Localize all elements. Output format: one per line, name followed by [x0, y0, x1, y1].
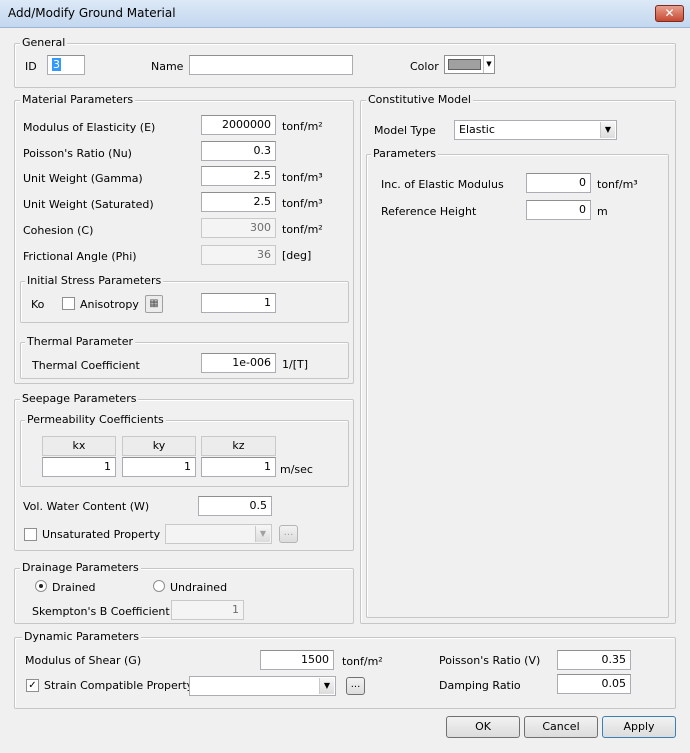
- damping-field[interactable]: 0.05: [557, 674, 631, 694]
- modulus-label: Modulus of Elasticity (E): [23, 121, 156, 134]
- model-type-value: Elastic: [459, 123, 495, 136]
- skempton-label: Skempton's B Coefficient: [32, 605, 170, 618]
- kx-field[interactable]: 1: [42, 457, 116, 477]
- color-picker[interactable]: ▼: [444, 55, 495, 74]
- table-icon[interactable]: ▦: [145, 295, 163, 313]
- color-label: Color: [410, 60, 439, 73]
- satweight-unit: tonf/m³: [282, 197, 323, 210]
- unsaturated-label: Unsaturated Property: [42, 528, 161, 541]
- ref-height-field[interactable]: 0: [526, 200, 591, 220]
- color-swatch: [448, 59, 481, 70]
- strain-browse-button[interactable]: ...: [346, 677, 365, 695]
- ky-field[interactable]: 1: [122, 457, 196, 477]
- drainage-legend: Drainage Parameters: [20, 561, 141, 574]
- drained-label: Drained: [52, 581, 96, 594]
- drained-radio[interactable]: [35, 580, 47, 592]
- model-type-label: Model Type: [374, 124, 436, 137]
- poisson-field[interactable]: 0.3: [201, 141, 276, 161]
- constitutive-legend: Constitutive Model: [366, 93, 473, 106]
- cohesion-field[interactable]: 300: [201, 218, 276, 238]
- ref-height-label: Reference Height: [381, 205, 477, 218]
- ko-field[interactable]: 1: [201, 293, 276, 313]
- ko-label: Ko: [31, 298, 45, 311]
- kx-header: kx: [42, 436, 116, 456]
- seepage-legend: Seepage Parameters: [20, 392, 139, 405]
- chevron-down-icon: ▼: [319, 678, 334, 694]
- friction-field[interactable]: 36: [201, 245, 276, 265]
- chevron-down-icon: ▼: [600, 122, 615, 138]
- anisotropy-label: Anisotropy: [80, 298, 139, 311]
- permeability-legend: Permeability Coefficients: [25, 413, 166, 426]
- dynamic-legend: Dynamic Parameters: [22, 630, 141, 643]
- modulus-unit: tonf/m²: [282, 120, 323, 133]
- unsaturated-checkbox[interactable]: [24, 528, 37, 541]
- id-value: 3: [52, 58, 61, 71]
- dynamic-poisson-field[interactable]: 0.35: [557, 650, 631, 670]
- water-content-label: Vol. Water Content (W): [23, 500, 150, 513]
- anisotropy-checkbox[interactable]: [62, 297, 75, 310]
- dynamic-poisson-label: Poisson's Ratio (V): [439, 654, 541, 667]
- constitutive-params-group: [366, 154, 669, 618]
- undrained-label: Undrained: [170, 581, 228, 594]
- satweight-label: Unit Weight (Saturated): [23, 198, 154, 211]
- strain-select[interactable]: ▼: [189, 676, 336, 696]
- inc-elastic-field[interactable]: 0: [526, 173, 591, 193]
- name-field[interactable]: [189, 55, 353, 75]
- id-label: ID: [25, 60, 37, 73]
- shear-label: Modulus of Shear (G): [25, 654, 142, 667]
- water-content-field[interactable]: 0.5: [198, 496, 272, 516]
- thermal-coef-unit: 1/[T]: [282, 358, 309, 371]
- initial-stress-legend: Initial Stress Parameters: [25, 274, 164, 287]
- kz-field[interactable]: 1: [201, 457, 276, 477]
- unitweight-field[interactable]: 2.5: [201, 166, 276, 186]
- unitweight-unit: tonf/m³: [282, 171, 323, 184]
- friction-label: Frictional Angle (Phi): [23, 250, 137, 263]
- inc-elastic-label: Inc. of Elastic Modulus: [381, 178, 504, 191]
- cohesion-label: Cohesion (C): [23, 224, 94, 237]
- dynamic-group: [14, 637, 676, 709]
- satweight-field[interactable]: 2.5: [201, 192, 276, 212]
- poisson-label: Poisson's Ratio (Nu): [23, 147, 132, 160]
- damping-label: Damping Ratio: [439, 679, 521, 692]
- thermal-coef-field[interactable]: 1e-006: [201, 353, 276, 373]
- general-legend: General: [20, 36, 68, 49]
- name-label: Name: [151, 60, 184, 73]
- material-legend: Material Parameters: [20, 93, 136, 106]
- close-button[interactable]: ✕: [655, 5, 684, 22]
- cohesion-unit: tonf/m²: [282, 223, 323, 236]
- thermal-coef-label: Thermal Coefficient: [32, 359, 140, 372]
- cancel-button[interactable]: Cancel: [524, 716, 598, 738]
- strain-label: Strain Compatible Property: [44, 679, 194, 692]
- permeability-unit: m/sec: [280, 463, 313, 476]
- kz-header: kz: [201, 436, 276, 456]
- unsaturated-browse-button[interactable]: ...: [279, 525, 298, 543]
- skempton-field[interactable]: 1: [171, 600, 244, 620]
- ref-height-unit: m: [597, 205, 608, 218]
- chevron-down-icon: ▼: [483, 56, 494, 73]
- constitutive-params-legend: Parameters: [371, 147, 438, 160]
- ok-button[interactable]: OK: [446, 716, 520, 738]
- chevron-down-icon: ▼: [255, 526, 270, 542]
- shear-field[interactable]: 1500: [260, 650, 334, 670]
- shear-unit: tonf/m²: [342, 655, 383, 668]
- thermal-legend: Thermal Parameter: [25, 335, 136, 348]
- inc-elastic-unit: tonf/m³: [597, 178, 638, 191]
- undrained-radio[interactable]: [153, 580, 165, 592]
- model-type-select[interactable]: Elastic ▼: [454, 120, 617, 140]
- unitweight-label: Unit Weight (Gamma): [23, 172, 143, 185]
- strain-checkbox[interactable]: ✓: [26, 679, 39, 692]
- unsaturated-select[interactable]: ▼: [165, 524, 272, 544]
- friction-unit: [deg]: [282, 249, 312, 262]
- modulus-field[interactable]: 2000000: [201, 115, 276, 135]
- id-field[interactable]: 3: [47, 55, 85, 75]
- apply-button[interactable]: Apply: [602, 716, 676, 738]
- ky-header: ky: [122, 436, 196, 456]
- window-title: Add/Modify Ground Material: [8, 6, 176, 20]
